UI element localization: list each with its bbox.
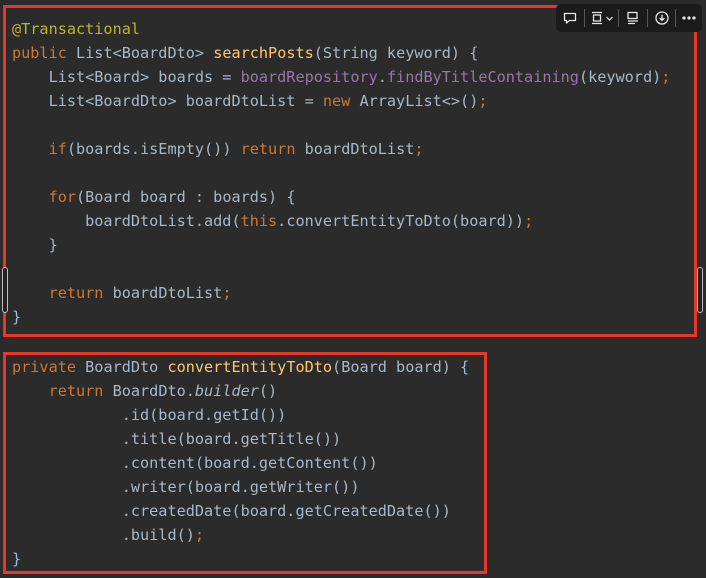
code-line: } <box>12 233 58 257</box>
code-token: (keyword) <box>578 68 662 86</box>
code-token: .build() <box>12 526 195 544</box>
code-token: searchPosts <box>213 44 314 62</box>
code-line: .writer(board.getWriter()) <box>12 475 360 499</box>
layout-button[interactable] <box>619 4 647 32</box>
code-block-search-posts: @Transactional public List<BoardDto> sear… <box>3 5 697 337</box>
code-token: List<Board> boards = <box>12 68 241 86</box>
code-token: @Transactional <box>12 20 141 38</box>
code-token: return <box>240 140 296 158</box>
code-token: .createdDate(board.getCreatedDate()) <box>12 502 451 520</box>
code-line: if(boards.isEmpty()) return boardDtoList… <box>12 137 424 161</box>
code-line: @Transactional <box>12 17 140 41</box>
code-token: (Board board) { <box>332 358 470 376</box>
code-line: return boardDtoList; <box>12 281 232 305</box>
code-token: .id(board.getId()) <box>12 406 287 424</box>
code-token: List<BoardDto> <box>66 44 214 62</box>
code-token: (String keyword) { <box>313 44 479 62</box>
code-token: ; <box>414 140 424 158</box>
code-token: .content(board.getContent()) <box>12 454 378 472</box>
code-line: for(Board board : boards) { <box>12 185 296 209</box>
code-token: boardDtoList <box>295 140 415 158</box>
code-token: boardRepository <box>240 68 378 86</box>
code-line: List<Board> boards = boardRepository.fin… <box>12 65 671 89</box>
code-line: } <box>12 547 21 571</box>
code-line: .createdDate(board.getCreatedDate()) <box>12 499 451 523</box>
code-token: () <box>258 382 278 400</box>
code-token: boardDtoList.add( <box>12 212 241 230</box>
screenshot-icon <box>591 11 602 25</box>
code-token: .convertEntityToDto(board)) <box>277 212 525 230</box>
code-token: public <box>12 44 67 62</box>
code-token: boardDtoList <box>103 284 223 302</box>
screenshot-button[interactable] <box>585 4 619 32</box>
image-toolbar <box>556 4 702 32</box>
code-token: .writer(board.getWriter()) <box>12 478 360 496</box>
code-token: if <box>48 140 67 158</box>
code-line: boardDtoList.add(this.convertEntityToDto… <box>12 209 533 233</box>
code-token: (Board board : boards) { <box>76 188 296 206</box>
code-line: List<BoardDto> boardDtoList = new ArrayL… <box>12 89 488 113</box>
code-line: .content(board.getContent()) <box>12 451 378 475</box>
layout-icon <box>627 11 638 25</box>
code-token: .title(board.getTitle()) <box>12 430 342 448</box>
code-line: private BoardDto convertEntityToDto(Boar… <box>12 355 469 379</box>
code-line: .build(); <box>12 523 204 547</box>
comment-icon <box>563 12 576 24</box>
code-token: return <box>48 382 104 400</box>
comment-button[interactable] <box>556 4 584 32</box>
code-token: ArrayList<>() <box>350 92 479 110</box>
code-token: ; <box>478 92 488 110</box>
code-line: .title(board.getTitle()) <box>12 427 341 451</box>
code-token: findByTitleContaining <box>386 68 579 86</box>
code-token: builder <box>194 382 259 400</box>
code-token: } <box>12 308 22 326</box>
code-token: new <box>322 92 351 110</box>
code-token: ; <box>194 526 205 544</box>
code-line: .id(board.getId()) <box>12 403 287 427</box>
code-token: this <box>240 212 278 230</box>
code-token: } <box>12 236 58 254</box>
code-token: ; <box>661 68 671 86</box>
code-token: } <box>12 550 22 568</box>
code-token: ; <box>222 284 232 302</box>
download-button[interactable] <box>648 4 676 32</box>
code-block-convert-entity: private BoardDto convertEntityToDto(Boar… <box>3 352 487 574</box>
code-token: private <box>12 358 77 376</box>
more-button[interactable] <box>676 4 702 32</box>
code-token: List<BoardDto> boardDtoList = <box>12 92 323 110</box>
code-token: BoardDto. <box>103 382 195 400</box>
chevron-down-icon <box>605 16 613 21</box>
code-token: convertEntityToDto <box>167 358 333 376</box>
right-resize-handle[interactable] <box>697 267 703 313</box>
left-resize-handle[interactable] <box>2 267 8 313</box>
code-token: ; <box>524 212 534 230</box>
code-token: for <box>48 188 77 206</box>
more-icon <box>682 16 696 20</box>
code-line: } <box>12 305 21 329</box>
code-token: return <box>48 284 104 302</box>
code-token: BoardDto <box>76 358 168 376</box>
download-icon <box>654 11 669 25</box>
code-token: (boards.isEmpty()) <box>66 140 241 158</box>
code-line: return BoardDto.builder() <box>12 379 278 403</box>
code-token: . <box>377 68 387 86</box>
code-line: public List<BoardDto> searchPosts(String… <box>12 41 478 65</box>
